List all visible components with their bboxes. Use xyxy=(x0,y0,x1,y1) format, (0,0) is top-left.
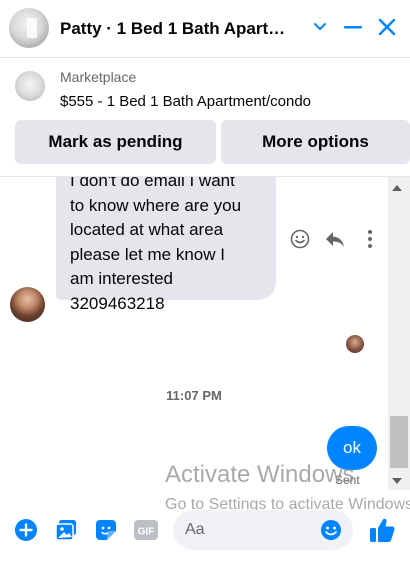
chat-title[interactable]: Patty · 1 Bed 1 Bath Apart… xyxy=(60,19,285,39)
gif-label: GIF xyxy=(138,527,155,538)
listing-title[interactable]: $555 - 1 Bed 1 Bath Apartment/condo xyxy=(60,93,311,110)
message-composer: GIF xyxy=(0,507,410,564)
emoji-icon[interactable] xyxy=(319,518,343,542)
scrollbar-thumb[interactable] xyxy=(390,416,408,468)
thumbs-up-icon[interactable] xyxy=(367,515,397,545)
plus-icon[interactable] xyxy=(13,517,39,543)
more-dots-icon[interactable] xyxy=(359,228,381,250)
marketplace-label: Marketplace xyxy=(60,69,137,85)
chevron-down-icon[interactable] xyxy=(307,14,333,40)
message-input-wrapper[interactable] xyxy=(173,510,353,550)
reply-icon[interactable] xyxy=(324,228,346,250)
scroll-up-arrow[interactable] xyxy=(392,185,402,191)
sticker-icon[interactable] xyxy=(93,517,119,543)
mark-as-pending-button[interactable]: Mark as pending xyxy=(15,120,216,164)
seen-avatar xyxy=(346,335,364,353)
gif-icon[interactable]: GIF xyxy=(133,517,159,543)
photo-icon[interactable] xyxy=(53,517,79,543)
minimize-icon[interactable] xyxy=(340,14,366,40)
header-divider xyxy=(0,57,410,58)
incoming-message-bubble[interactable]: I don't do email I want to know where ar… xyxy=(56,177,276,313)
more-options-button[interactable]: More options xyxy=(221,120,410,164)
sender-avatar xyxy=(10,287,45,322)
close-icon[interactable] xyxy=(374,14,400,40)
chat-header: Patty · 1 Bed 1 Bath Apart… xyxy=(0,0,410,58)
scroll-down-arrow[interactable] xyxy=(392,478,402,484)
message-list[interactable]: I don't do email I want to know where ar… xyxy=(0,177,388,507)
smile-icon[interactable] xyxy=(289,228,311,250)
contact-avatar[interactable] xyxy=(9,8,49,48)
message-input[interactable] xyxy=(185,518,315,542)
activation-watermark-title: Activate Windows xyxy=(165,461,355,488)
message-timestamp: 11:07 PM xyxy=(166,388,222,403)
listing-thumbnail[interactable] xyxy=(15,71,45,101)
